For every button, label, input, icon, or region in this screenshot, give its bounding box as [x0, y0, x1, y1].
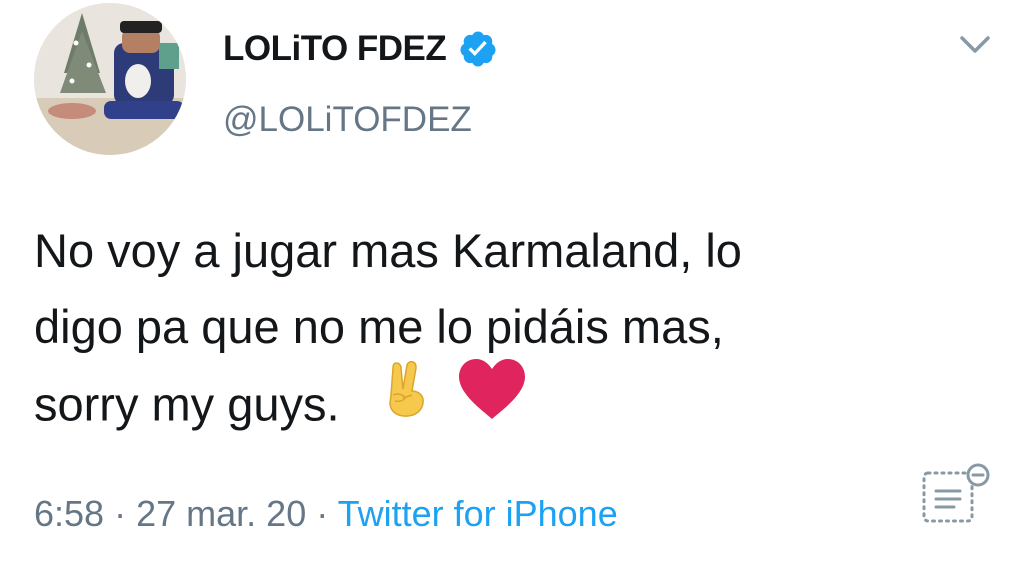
chevron-down-icon[interactable] — [955, 28, 995, 62]
tweet-text-line: sorry my guys. — [34, 359, 994, 451]
meta-separator: · — [316, 493, 329, 534]
display-name[interactable]: LOLiTO FDEZ — [223, 29, 447, 69]
analytics-icon[interactable] — [916, 461, 992, 529]
victory-hand-icon — [381, 359, 433, 441]
tweet-time[interactable]: 6:58 — [34, 493, 104, 534]
avatar-image — [34, 3, 186, 155]
tweet-text-line-content: sorry my guys. — [34, 377, 340, 431]
tweet-source-link[interactable]: Twitter for iPhone — [338, 493, 618, 534]
author-row: LOLiTO FDEZ — [223, 26, 498, 72]
tweet-date[interactable]: 27 mar. 20 — [136, 493, 306, 534]
tweet-meta: 6:58 · 27 mar. 20 · Twitter for iPhone — [34, 493, 618, 535]
meta-separator: · — [114, 493, 127, 534]
avatar[interactable] — [34, 3, 186, 155]
tweet-text-line: No voy a jugar mas Karmaland, lo — [34, 224, 742, 277]
red-heart-icon — [456, 357, 528, 443]
tweet-text-line: digo pa que no me lo pidáis mas, — [34, 300, 724, 353]
tweet-text: No voy a jugar mas Karmaland, lo digo pa… — [34, 213, 994, 451]
verified-badge-icon — [458, 29, 498, 69]
author-handle[interactable]: @LOLiTOFDEZ — [223, 100, 472, 140]
